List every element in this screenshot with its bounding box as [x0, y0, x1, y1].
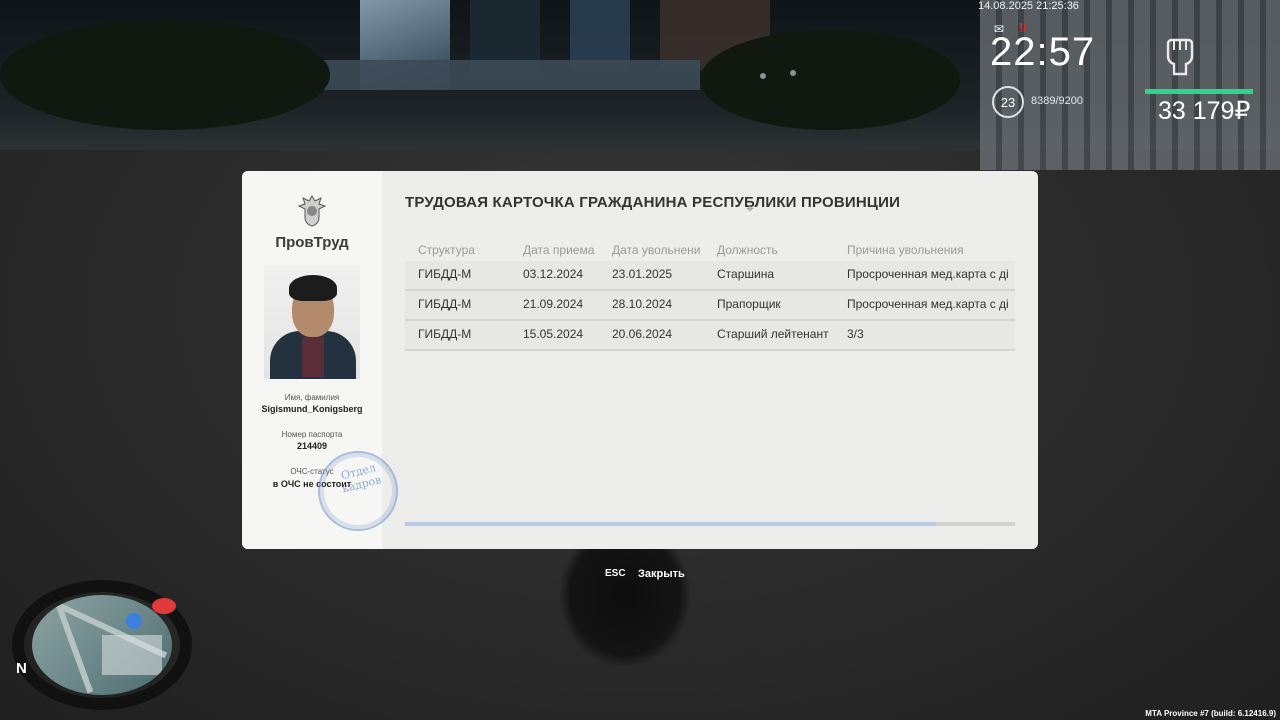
level-value: 23 — [1000, 94, 1016, 110]
cell-hire-date: 21.09.2024 — [523, 297, 584, 311]
health-bar — [1145, 89, 1253, 94]
column-header: Должность — [717, 243, 778, 257]
close-button[interactable]: Закрыть — [638, 568, 685, 580]
passport-value: 214409 — [296, 441, 328, 451]
table-row[interactable]: ГИБДД-М 03.12.2024 23.01.2025 Старшина П… — [405, 261, 1015, 291]
employment-table: Структура Дата приема Дата увольнени Дол… — [405, 241, 1015, 351]
trees — [700, 30, 960, 130]
cell-position: Старший лейтенант — [717, 327, 829, 341]
org-name: ПровТруд — [275, 234, 349, 251]
mouse-cursor-icon: ⌖ — [746, 200, 754, 216]
street-light — [790, 70, 796, 76]
citizen-photo — [264, 265, 360, 379]
esc-key-hint[interactable]: ESC — [605, 568, 626, 579]
column-header: Причина увольнения — [847, 243, 964, 257]
coat-of-arms-icon — [297, 195, 327, 227]
north-indicator: N — [16, 660, 27, 677]
card-sidebar: ПровТруд Имя, фамилия Sigismund_Konigsbe… — [242, 171, 398, 549]
xp-counter: 8389/9200 — [1031, 95, 1083, 107]
card-title: ТРУДОВАЯ КАРТОЧКА ГРАЖДАНИНА РЕСПУБЛИКИ … — [405, 194, 901, 211]
money-balance: 33 179₽ — [1158, 97, 1251, 125]
column-header: Дата увольнени — [612, 243, 701, 257]
cell-hire-date: 15.05.2024 — [523, 327, 584, 341]
passport-label: Номер паспорта — [281, 430, 343, 439]
fist-icon — [1166, 38, 1194, 76]
player-character — [560, 548, 690, 666]
horizontal-scrollbar[interactable] — [405, 522, 1015, 526]
hud-datetime: 14.08.2025 21:25:36 — [978, 0, 1079, 12]
table-row[interactable]: ГИБДД-М 21.09.2024 28.10.2024 Прапорщик … — [405, 291, 1015, 321]
cell-structure: ГИБДД-М — [418, 297, 472, 311]
map-marker-icon — [152, 598, 176, 614]
cell-structure: ГИБДД-М — [418, 327, 472, 341]
name-label: Имя, фамилия — [284, 393, 340, 402]
table-header: Структура Дата приема Дата увольнени Дол… — [405, 241, 1015, 261]
cell-dismissal-date: 23.01.2025 — [612, 267, 673, 281]
street-light — [760, 73, 766, 79]
scrollbar-thumb[interactable] — [405, 522, 936, 526]
map-marker-icon — [126, 613, 142, 629]
column-header: Дата приема — [523, 243, 595, 257]
cell-dismissal-date: 28.10.2024 — [612, 297, 673, 311]
cell-reason: Просроченная мед.карта с ді — [847, 267, 1009, 281]
cell-position: Прапорщик — [717, 297, 781, 311]
table-row[interactable]: ГИБДД-М 15.05.2024 20.06.2024 Старший ле… — [405, 321, 1015, 351]
column-header: Структура — [418, 243, 475, 257]
name-value: Sigismund_Konigsberg — [261, 404, 363, 414]
cell-reason: 3/3 — [847, 327, 864, 341]
hud-clock: 22:57 — [990, 30, 1096, 74]
cell-reason: Просроченная мед.карта с ді — [847, 297, 1009, 311]
build-info: MTA Province #7 (build: 6.12416.9) — [1145, 709, 1276, 718]
skyline-bridge — [320, 60, 700, 90]
cell-structure: ГИБДД-М — [418, 267, 472, 281]
cell-dismissal-date: 20.06.2024 — [612, 327, 673, 341]
hr-stamp: Отдел кадров — [318, 451, 398, 531]
stamp-text: Отдел кадров — [339, 461, 383, 496]
cell-hire-date: 03.12.2024 — [523, 267, 584, 281]
trees — [0, 20, 330, 130]
level-badge: 23 — [992, 86, 1024, 118]
work-card-dialog: ПровТруд Имя, фамилия Sigismund_Konigsbe… — [242, 171, 1038, 549]
cell-position: Старшина — [717, 267, 775, 281]
